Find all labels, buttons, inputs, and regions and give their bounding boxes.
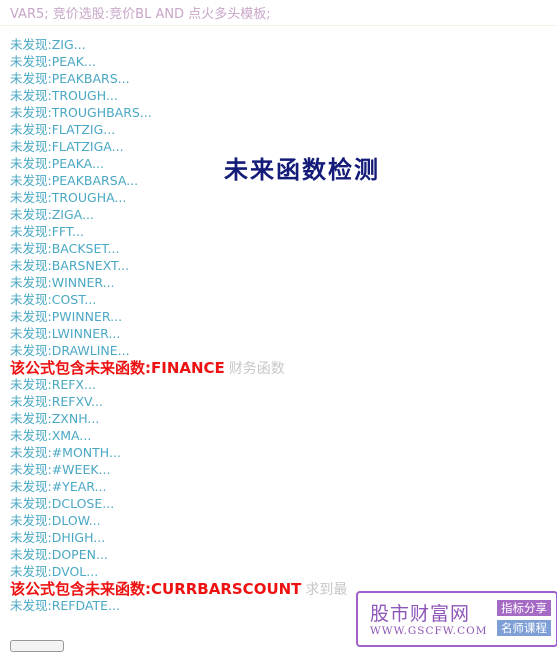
site-watermark-logo: 股市财富网 WWW.GSCFW.COM 指标分享 名师课程 [356,591,557,647]
warning-text: 该公式包含未来函数:CURRBARSCOUNT [10,580,302,598]
check-result-line: 未发现:#WEEK... [10,462,111,477]
watermark-title: 股市财富网 [370,603,471,625]
check-result-line: 未发现:PWINNER... [10,309,123,324]
check-result-line: 未发现:TROUGHBARS... [10,105,152,120]
check-result-line: 未发现:FLATZIGA... [10,139,124,154]
check-result-line: 未发现:WINNER... [10,275,115,290]
future-function-warning: 该公式包含未来函数:CURRBARSCOUNT 求到最 [10,580,348,599]
watermark-url: WWW.GSCFW.COM [370,625,488,637]
check-result-line: 未发现:DVOL... [10,564,99,579]
watermark-tag-indicators: 指标分享 [497,600,551,616]
future-function-warning: 该公式包含未来函数:FINANCE 财务函数 [10,359,347,378]
check-result-line: 未发现:BARSNEXT... [10,258,130,273]
check-result-line: 未发现:DHIGH... [10,530,106,545]
check-result-line: 未发现:ZIGA... [10,207,94,222]
check-result-line: 未发现:BACKSET... [10,241,120,256]
check-result-line: 未发现:REFX... [10,377,96,392]
check-result-line: 未发现:REFDATE... [10,598,120,613]
watermark-tag-courses: 名师课程 [497,620,551,636]
check-result-line: 未发现:COST... [10,292,97,307]
action-button[interactable] [10,640,64,652]
check-result-line: 未发现:DLOW... [10,513,101,528]
divider [0,25,557,26]
formula-source-line: VAR5; 竞价选股:竞价BL AND 点火多头模板; [10,7,271,22]
check-result-line: 未发现:TROUGH... [10,88,118,103]
warning-description: 财务函数 [228,361,285,377]
check-result-line: 未发现:#MONTH... [10,445,121,460]
check-result-line: 未发现:DOPEN... [10,547,108,562]
check-result-line: 未发现:TROUGHA... [10,190,127,205]
check-result-line: 未发现:PEAKBARS... [10,71,130,86]
check-result-line: 未发现:PEAKBARSA... [10,173,139,188]
check-result-line: 未发现:REFXV... [10,394,103,409]
check-result-line: 未发现:#YEAR... [10,479,107,494]
warning-text: 该公式包含未来函数:FINANCE [10,359,225,377]
warning-description: 求到最 [305,582,348,598]
check-result-line: 未发现:ZXNH... [10,411,100,426]
check-result-line: 未发现:DCLOSE... [10,496,115,511]
check-result-list: 未发现:ZIG... 未发现:PEAK... 未发现:PEAKBARS... 未发现:… [10,36,347,614]
check-result-line: 未发现:LWINNER... [10,326,121,341]
check-result-line: 未发现:XMA... [10,428,92,443]
check-result-line: 未发现:PEAKA... [10,156,104,171]
check-result-line: 未发现:FLATZIG... [10,122,116,137]
check-result-line: 未发现:ZIG... [10,37,86,52]
check-result-line: 未发现:DRAWLINE... [10,343,130,358]
check-result-line: 未发现:FFT... [10,224,84,239]
check-result-line: 未发现:PEAK... [10,54,96,69]
